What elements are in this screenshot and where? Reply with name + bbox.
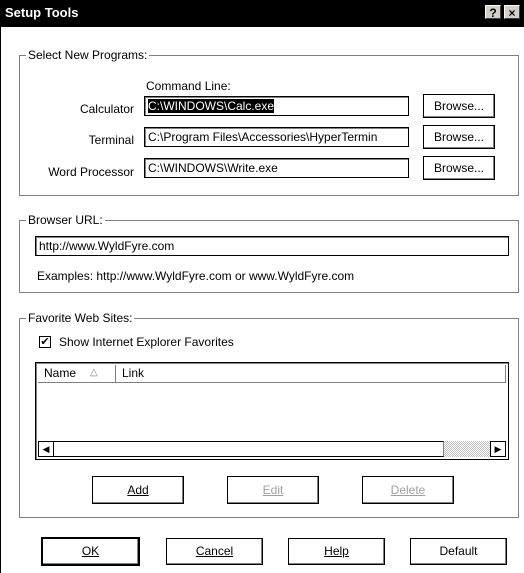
column-header-name-label: Name bbox=[44, 366, 77, 380]
default-button[interactable]: Default bbox=[410, 538, 507, 565]
programs-group-label: Select New Programs: bbox=[26, 48, 150, 62]
calculator-command-value: C:\WINDOWS\Calc.exe bbox=[148, 99, 275, 113]
favorites-group-label: Favorite Web Sites: bbox=[26, 311, 135, 325]
browser-url-examples: Examples: http://www.WyldFyre.com or www… bbox=[37, 269, 355, 283]
word-processor-browse-button[interactable]: Browse... bbox=[423, 156, 495, 180]
word-processor-label: Word Processor bbox=[48, 165, 134, 179]
edit-favorite-button[interactable]: Edit bbox=[227, 476, 319, 504]
edit-favorite-label: Edit bbox=[262, 483, 284, 497]
browser-url-group-label: Browser URL: bbox=[26, 213, 105, 227]
cancel-button[interactable]: Cancel bbox=[166, 538, 263, 565]
column-header-name[interactable]: Name △ bbox=[38, 365, 116, 383]
add-favorite-button[interactable]: Add bbox=[92, 476, 184, 504]
show-ie-favorites-label[interactable]: Show Internet Explorer Favorites bbox=[59, 335, 234, 349]
terminal-browse-button[interactable]: Browse... bbox=[423, 125, 495, 149]
scrollbar-track[interactable] bbox=[444, 441, 490, 457]
cancel-label: Cancel bbox=[195, 544, 234, 558]
ok-label: OK bbox=[81, 544, 100, 558]
show-ie-favorites-checkbox[interactable]: ✔ bbox=[39, 336, 51, 348]
delete-favorite-label: Delete bbox=[390, 483, 426, 497]
command-line-header: Command Line: bbox=[146, 79, 231, 93]
horizontal-scrollbar[interactable]: ◀ ▶ bbox=[38, 441, 506, 457]
word-processor-command-input[interactable]: C:\WINDOWS\Write.exe bbox=[144, 158, 409, 178]
sort-ascending-icon: △ bbox=[90, 367, 98, 378]
column-header-link-label: Link bbox=[122, 366, 145, 380]
delete-favorite-button[interactable]: Delete bbox=[362, 476, 454, 504]
scrollbar-thumb[interactable] bbox=[54, 441, 444, 457]
help-button[interactable]: Help bbox=[288, 538, 385, 565]
terminal-label: Terminal bbox=[88, 133, 134, 147]
calculator-label: Calculator bbox=[79, 102, 134, 116]
title-bar: Setup Tools ? × bbox=[1, 0, 524, 27]
setup-tools-window: Setup Tools ? × Select New Programs: Com… bbox=[0, 0, 524, 573]
column-header-link[interactable]: Link bbox=[116, 365, 506, 383]
help-label: Help bbox=[324, 544, 349, 558]
window-title: Setup Tools bbox=[5, 5, 79, 20]
calculator-browse-button[interactable]: Browse... bbox=[423, 94, 495, 118]
terminal-command-input[interactable]: C:\Program Files\Accessories\HyperTermin bbox=[144, 127, 409, 147]
calculator-command-input[interactable]: C:\WINDOWS\Calc.exe bbox=[144, 96, 409, 116]
favorites-list[interactable]: Name △ Link ◀ ▶ bbox=[35, 362, 509, 460]
ok-button[interactable]: OK bbox=[42, 538, 139, 565]
scroll-right-icon[interactable]: ▶ bbox=[490, 441, 506, 457]
add-favorite-label: Add bbox=[127, 483, 149, 497]
close-button[interactable]: × bbox=[504, 5, 520, 20]
browser-url-input[interactable]: http://www.WyldFyre.com bbox=[35, 236, 509, 256]
help-title-button[interactable]: ? bbox=[485, 5, 501, 20]
scroll-left-icon[interactable]: ◀ bbox=[38, 441, 54, 457]
